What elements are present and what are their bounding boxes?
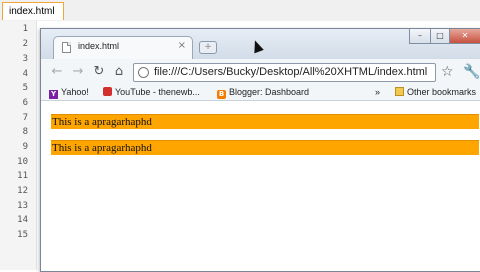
new-tab-button[interactable]: + xyxy=(199,41,217,54)
line-number: 2 xyxy=(22,39,28,49)
yahoo-icon: Y xyxy=(49,90,58,99)
bookmarks-overflow-chevron[interactable]: » xyxy=(375,86,380,99)
line-number: 9 xyxy=(22,142,28,152)
maximize-button[interactable]: □ xyxy=(430,29,450,44)
line-number: 12 xyxy=(17,186,28,196)
browser-window: index.html × + – □ ✕ ← → ↻ ⌂ file:///C:/… xyxy=(40,28,480,272)
reload-button[interactable]: ↻ xyxy=(91,64,107,80)
wrench-menu-icon[interactable]: 🔧 xyxy=(463,64,480,80)
line-number: 3 xyxy=(22,54,28,64)
bookmark-yahoo[interactable]: Y Yahoo! xyxy=(49,86,89,99)
other-bookmarks[interactable]: Other bookmarks xyxy=(395,86,476,99)
orange-paragraph: This is a apragarhaphd xyxy=(51,140,479,155)
bookmarks-bar: Y Yahoo! YouTube - thenewb... B Blogger: D… xyxy=(41,85,480,101)
minimize-button[interactable]: – xyxy=(409,29,431,44)
close-window-button[interactable]: ✕ xyxy=(449,29,480,44)
line-number: 5 xyxy=(22,83,28,93)
line-number: 11 xyxy=(17,171,28,181)
line-number: 4 xyxy=(22,69,28,79)
line-number: 14 xyxy=(17,215,28,225)
youtube-icon xyxy=(103,87,112,96)
tab-title: index.html xyxy=(78,41,120,51)
address-bar[interactable]: file:///C:/Users/Bucky/Desktop/All%20XHT… xyxy=(133,63,436,82)
line-number: 7 xyxy=(22,113,28,123)
line-number: 15 xyxy=(17,230,28,240)
orange-paragraph: This is a apragarhaphd xyxy=(51,114,479,129)
browser-toolbar: ← → ↻ ⌂ file:///C:/Users/Bucky/Desktop/A… xyxy=(41,59,480,85)
bookmark-star-icon[interactable]: ☆ xyxy=(441,64,454,80)
line-number: 6 xyxy=(22,98,28,108)
forward-button[interactable]: → xyxy=(70,64,86,80)
folder-icon xyxy=(395,87,404,96)
home-button[interactable]: ⌂ xyxy=(111,64,127,80)
editor-tab-bar: index.html xyxy=(0,0,480,22)
blogger-icon: B xyxy=(217,90,226,99)
line-number: 10 xyxy=(17,157,28,167)
page-info-icon[interactable] xyxy=(138,67,149,78)
line-number: 1 xyxy=(22,24,28,34)
line-number-gutter: 1 2 3 4 5 6 7 8 9 10 11 12 13 14 15 xyxy=(0,21,37,270)
page-content: This is a apragarhaphd This is a apragar… xyxy=(41,101,480,271)
browser-tab[interactable]: index.html × xyxy=(53,36,193,59)
back-button[interactable]: ← xyxy=(49,64,65,80)
browser-title-bar: index.html × + – □ ✕ xyxy=(41,29,480,59)
bookmark-youtube[interactable]: YouTube - thenewb... xyxy=(103,86,200,99)
bookmark-blogger[interactable]: B Blogger: Dashboard xyxy=(217,86,309,99)
editor-tab-index-html[interactable]: index.html xyxy=(2,2,64,20)
line-number: 13 xyxy=(17,201,28,211)
page-icon xyxy=(62,42,71,53)
line-number: 8 xyxy=(22,127,28,137)
mouse-cursor-icon xyxy=(250,38,264,54)
address-text: file:///C:/Users/Bucky/Desktop/All%20XHT… xyxy=(154,66,428,78)
close-tab-icon[interactable]: × xyxy=(178,40,186,51)
